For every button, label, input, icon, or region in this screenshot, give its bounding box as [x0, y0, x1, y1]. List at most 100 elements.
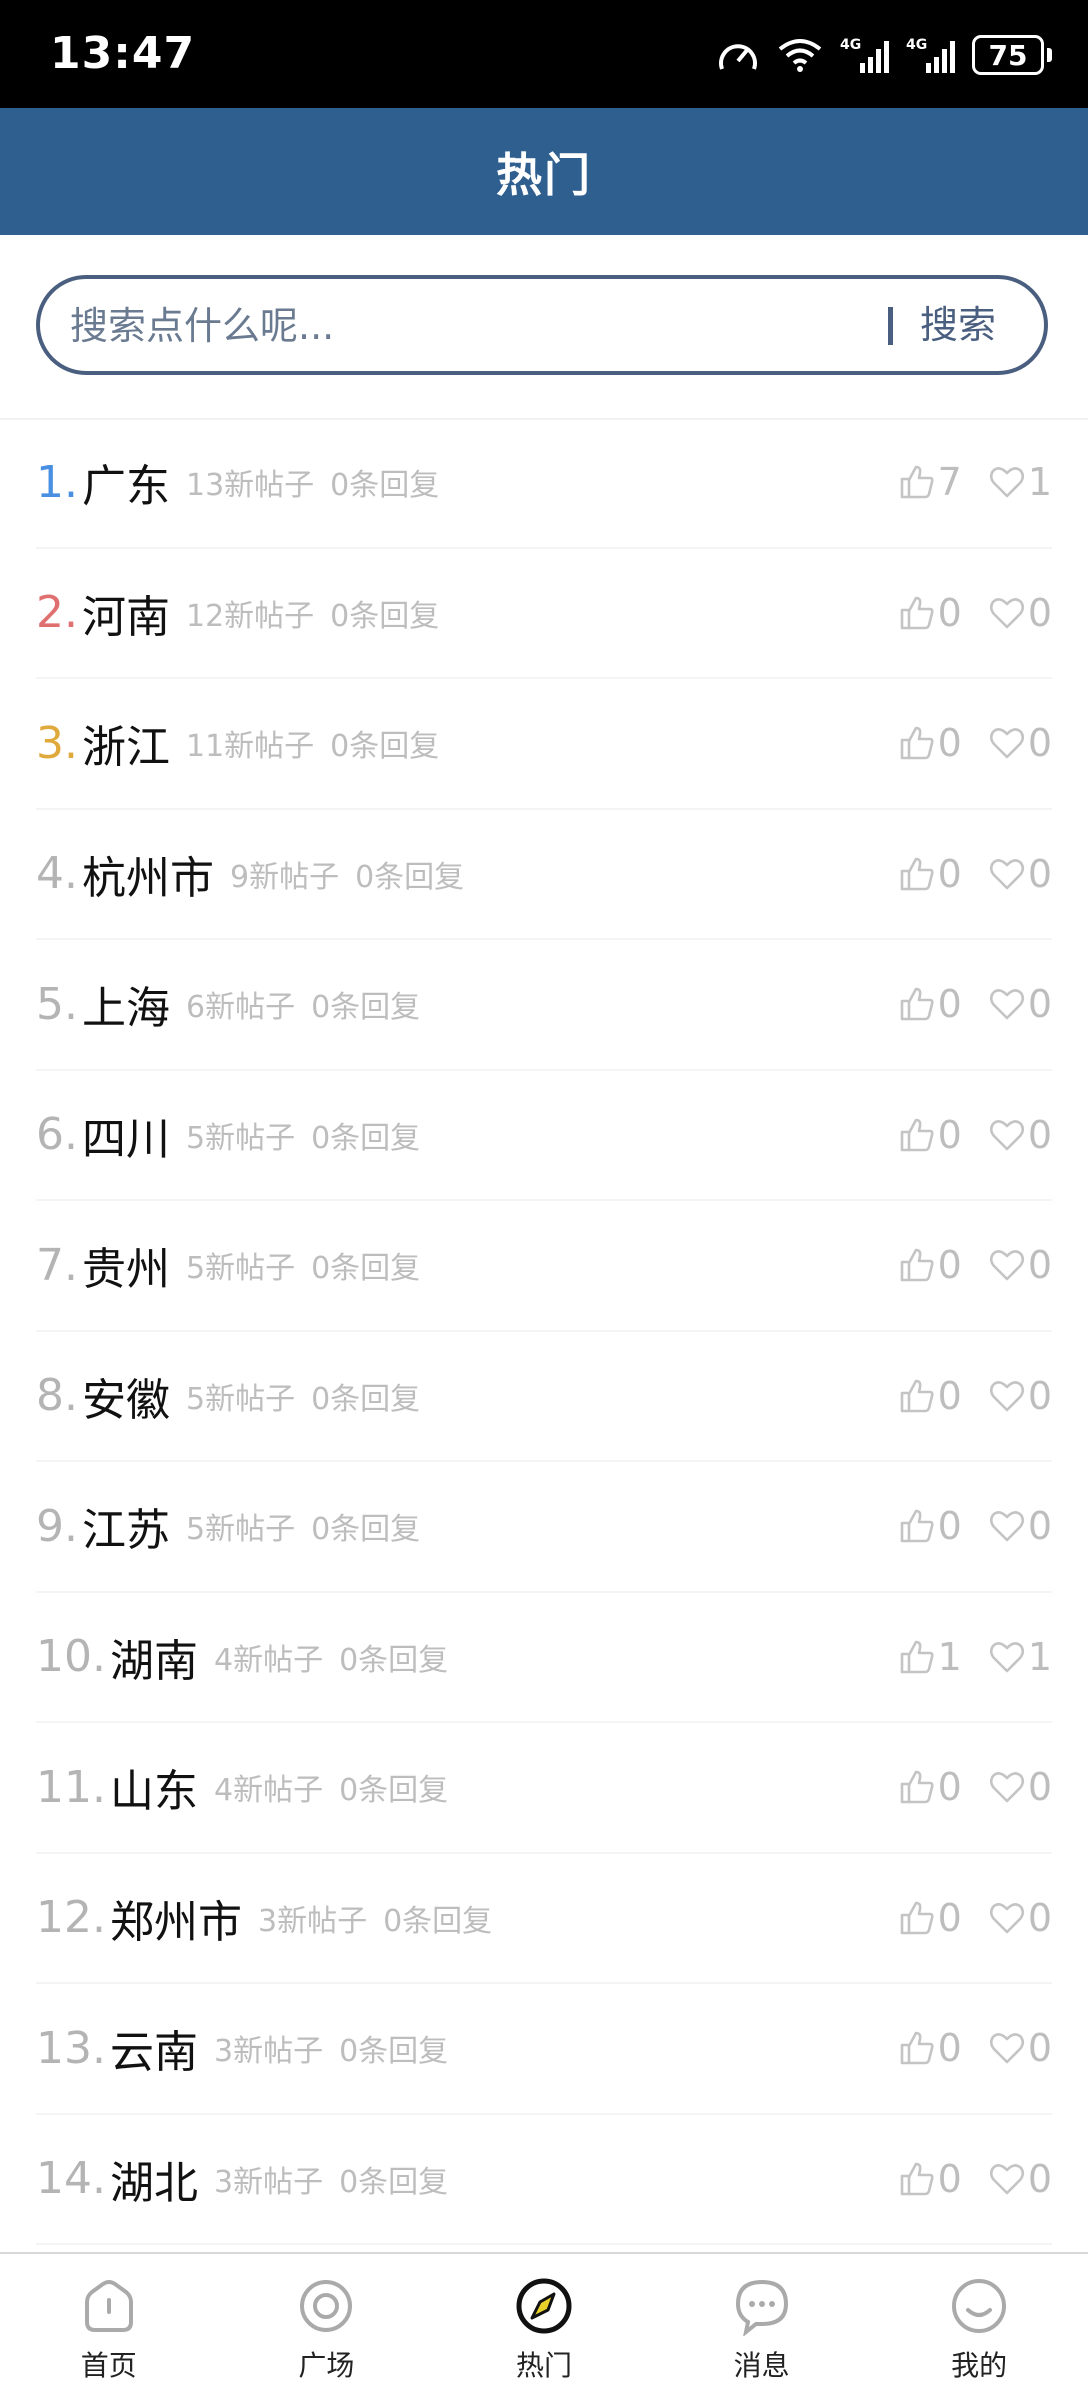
- thumbs-up-icon: [898, 594, 938, 632]
- like-stat[interactable]: 0: [898, 852, 962, 896]
- heart-icon: [988, 1377, 1028, 1415]
- like-stat[interactable]: 0: [898, 1504, 962, 1548]
- page-title: 热门: [496, 147, 592, 202]
- favorite-stat[interactable]: 1: [988, 460, 1052, 504]
- favorite-stat[interactable]: 0: [988, 982, 1052, 1026]
- favorite-stat[interactable]: 0: [988, 2157, 1052, 2201]
- list-item[interactable]: 14. 湖北 3新帖子 0条回复 0 0: [36, 2115, 1052, 2245]
- search-box: 搜索: [36, 275, 1048, 375]
- bottom-tab-bar: 首页 广场 热门 消息 我的: [0, 2252, 1088, 2402]
- list-item[interactable]: 6. 四川 5新帖子 0条回复 0 0: [36, 1071, 1052, 1201]
- favorite-count: 0: [1027, 2156, 1052, 2201]
- speed-icon: [719, 44, 757, 70]
- reply-count: 0条回复: [339, 1773, 449, 1809]
- favorite-stat[interactable]: 0: [988, 1504, 1052, 1548]
- tab-square[interactable]: 广场: [218, 2254, 436, 2402]
- rank-number: 12.: [36, 1892, 106, 1944]
- favorite-stat[interactable]: 0: [988, 1243, 1052, 1287]
- like-stat[interactable]: 0: [898, 2026, 962, 2070]
- post-count: 13新帖子: [185, 468, 315, 504]
- favorite-count: 0: [1027, 982, 1052, 1027]
- like-count: 0: [937, 721, 962, 766]
- like-stat[interactable]: 0: [898, 591, 962, 635]
- like-stat[interactable]: 0: [898, 982, 962, 1026]
- like-stat[interactable]: 7: [898, 460, 962, 504]
- list-item[interactable]: 3. 浙江 11新帖子 0条回复 0 0: [36, 679, 1052, 810]
- list-item[interactable]: 10. 湖南 4新帖子 0条回复 1 1: [36, 1593, 1052, 1723]
- reply-count: 0条回复: [339, 1642, 449, 1678]
- favorite-count: 0: [1027, 1895, 1052, 1940]
- rank-number: 10.: [36, 1631, 106, 1683]
- like-count: 0: [937, 2026, 962, 2071]
- like-stat[interactable]: 0: [898, 1765, 962, 1809]
- post-count: 9新帖子: [229, 859, 340, 895]
- like-stat[interactable]: 0: [898, 1243, 962, 1287]
- list-item[interactable]: 5. 上海 6新帖子 0条回复 0 0: [36, 940, 1052, 1071]
- like-count: 0: [937, 982, 962, 1027]
- tab-mine[interactable]: 我的: [870, 2254, 1088, 2402]
- signal-4g-icon: 4G: [840, 37, 889, 73]
- thumbs-up-icon: [898, 1377, 938, 1415]
- stats: 00: [898, 1332, 1052, 1461]
- post-count: 5新帖子: [185, 1251, 296, 1287]
- thumbs-up-icon: [898, 463, 938, 501]
- list-item[interactable]: 13. 云南 3新帖子 0条回复 0 0: [36, 1984, 1052, 2115]
- favorite-stat[interactable]: 0: [988, 721, 1052, 765]
- reply-count: 0条回复: [311, 1251, 421, 1287]
- region-name: 上海: [81, 983, 170, 1035]
- like-stat[interactable]: 0: [898, 1896, 962, 1940]
- region-name: 云南: [109, 2027, 198, 2079]
- region-name: 安徽: [81, 1374, 170, 1426]
- tab-messages[interactable]: 消息: [653, 2254, 871, 2402]
- hot-list: 1. 广东 13新帖子 0条回复 7 1 2. 河南 12新帖子 0条回复 0 0 3. 浙江 11新帖子 0…: [0, 418, 1088, 2245]
- like-count: 0: [937, 1765, 962, 1810]
- thumbs-up-icon: [898, 724, 938, 762]
- list-item[interactable]: 9. 江苏 5新帖子 0条回复 0 0: [36, 1462, 1052, 1593]
- heart-icon: [988, 463, 1028, 501]
- search-section: 搜索: [0, 235, 1088, 420]
- list-item[interactable]: 11. 山东 4新帖子 0条回复 0 0: [36, 1723, 1052, 1854]
- favorite-stat[interactable]: 0: [988, 1765, 1052, 1809]
- reply-count: 0条回复: [355, 859, 465, 895]
- rank-number: 14.: [36, 2153, 106, 2205]
- like-stat[interactable]: 0: [898, 1113, 962, 1157]
- like-stat[interactable]: 0: [898, 721, 962, 765]
- heart-icon: [988, 1246, 1028, 1284]
- list-item[interactable]: 2. 河南 12新帖子 0条回复 0 0: [36, 549, 1052, 679]
- list-item[interactable]: 7. 贵州 5新帖子 0条回复 0 0: [36, 1201, 1052, 1332]
- tab-label: 消息: [733, 2349, 790, 2382]
- list-item[interactable]: 12. 郑州市 3新帖子 0条回复 0 0: [36, 1854, 1052, 1984]
- tab-hot[interactable]: 热门: [435, 2254, 653, 2402]
- like-stat[interactable]: 0: [898, 1374, 962, 1418]
- thumbs-up-icon: [898, 1899, 938, 1937]
- rank-number: 1.: [36, 456, 78, 508]
- favorite-stat[interactable]: 0: [988, 1113, 1052, 1157]
- favorite-count: 0: [1027, 851, 1052, 896]
- reply-count: 0条回复: [311, 990, 421, 1026]
- favorite-stat[interactable]: 0: [988, 591, 1052, 635]
- search-divider: [888, 307, 893, 345]
- like-stat[interactable]: 1: [898, 1635, 962, 1679]
- favorite-stat[interactable]: 0: [988, 2026, 1052, 2070]
- list-item[interactable]: 1. 广东 13新帖子 0条回复 7 1: [36, 418, 1052, 549]
- tab-home[interactable]: 首页: [0, 2254, 218, 2402]
- post-count: 4新帖子: [213, 1642, 324, 1678]
- reply-count: 0条回复: [339, 2164, 449, 2200]
- status-time: 13:47: [50, 28, 196, 79]
- post-count: 5新帖子: [185, 1512, 296, 1548]
- search-button[interactable]: 搜索: [920, 279, 996, 371]
- like-stat[interactable]: 0: [898, 2157, 962, 2201]
- favorite-stat[interactable]: 1: [988, 1635, 1052, 1679]
- list-item[interactable]: 8. 安徽 5新帖子 0条回复 0 0: [36, 1332, 1052, 1462]
- status-bar: 13:47 4G 4G 75: [0, 0, 1088, 108]
- list-item[interactable]: 4. 杭州市 9新帖子 0条回复 0 0: [36, 810, 1052, 940]
- favorite-stat[interactable]: 0: [988, 1374, 1052, 1418]
- like-count: 0: [937, 1895, 962, 1940]
- heart-icon: [988, 855, 1028, 893]
- favorite-stat[interactable]: 0: [988, 852, 1052, 896]
- heart-icon: [988, 1768, 1028, 1806]
- post-count: 5新帖子: [185, 1120, 296, 1156]
- favorite-stat[interactable]: 0: [988, 1896, 1052, 1940]
- search-input[interactable]: [68, 279, 892, 373]
- rank-number: 11.: [36, 1761, 106, 1813]
